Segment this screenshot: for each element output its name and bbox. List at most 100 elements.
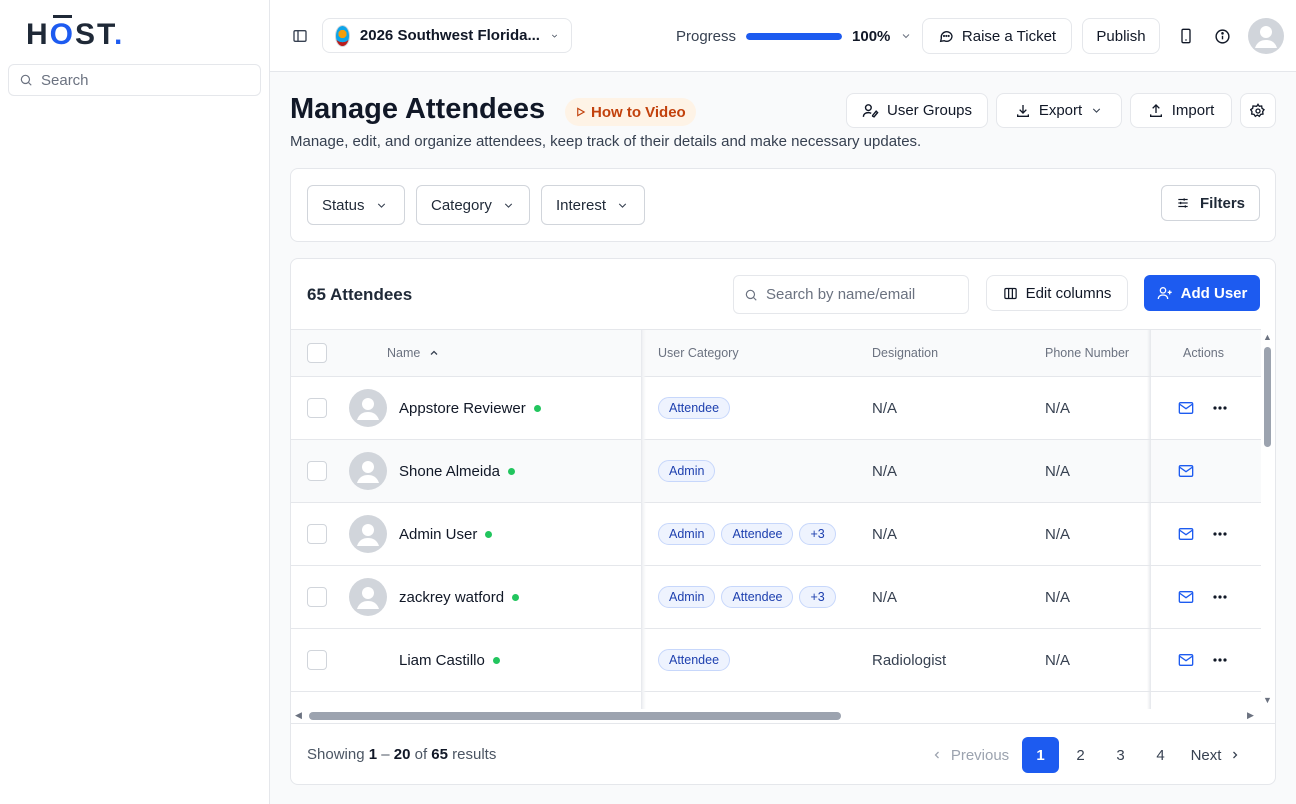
header-phone[interactable]: Phone Number — [1045, 330, 1129, 376]
edit-columns-button[interactable]: Edit columns — [986, 275, 1128, 311]
table-row[interactable]: Liam Castillo Attendee Radiologist N/A — [291, 629, 1261, 692]
horizontal-scrollbar[interactable]: ◀ ▶ — [291, 709, 1261, 723]
logo-rest: ST — [75, 18, 115, 51]
page-4-button[interactable]: 4 — [1142, 737, 1179, 773]
next-page-button[interactable]: Next — [1185, 737, 1247, 773]
avatar — [349, 452, 387, 490]
online-status-dot — [485, 530, 493, 538]
progress-indicator[interactable]: Progress 100% — [676, 20, 912, 52]
vertical-scroll-thumb[interactable] — [1264, 347, 1271, 447]
name-cell: Admin User — [399, 503, 493, 565]
header-name[interactable]: Name — [387, 330, 440, 376]
online-status-dot — [512, 593, 520, 601]
import-button[interactable]: Import — [1130, 93, 1232, 128]
info-button[interactable] — [1208, 18, 1236, 54]
table-row[interactable]: Shone Almeida Admin N/A N/A — [291, 440, 1261, 503]
attendee-name[interactable]: zackrey watford — [399, 589, 504, 606]
of-text: of — [410, 746, 432, 763]
sidebar: HOST. — [0, 0, 270, 804]
table-row[interactable]: Admin User Admin Attendee +3 N/A N/A — [291, 503, 1261, 566]
attendee-name[interactable]: Liam Castillo — [399, 652, 485, 669]
previous-page-button[interactable]: Previous — [925, 737, 1015, 773]
columns-icon — [1003, 287, 1017, 299]
export-button[interactable]: Export — [996, 93, 1122, 128]
horizontal-scroll-thumb[interactable] — [309, 712, 841, 720]
progress-percent: 100% — [852, 27, 891, 45]
row-select-cell — [307, 503, 327, 565]
filters-button[interactable]: Filters — [1161, 185, 1260, 221]
more-actions-button[interactable] — [1213, 503, 1227, 565]
sidebar-toggle-button[interactable] — [288, 24, 312, 48]
page-2-button[interactable]: 2 — [1062, 737, 1099, 773]
play-icon — [577, 107, 586, 117]
table-row[interactable]: Appstore Reviewer Attendee N/A N/A — [291, 377, 1261, 440]
progress-fill — [746, 32, 843, 40]
raise-ticket-button[interactable]: Raise a Ticket — [922, 18, 1072, 54]
mail-icon — [1178, 528, 1194, 540]
mail-icon — [1178, 402, 1194, 414]
header-select-cell — [307, 330, 327, 376]
row-checkbox[interactable] — [307, 524, 327, 544]
sidebar-search-input[interactable] — [41, 71, 241, 89]
publish-button[interactable]: Publish — [1082, 18, 1160, 54]
attendee-name[interactable]: Appstore Reviewer — [399, 400, 526, 417]
attendee-name[interactable]: Admin User — [399, 526, 477, 543]
email-action-button[interactable] — [1178, 440, 1194, 502]
email-action-button[interactable] — [1178, 377, 1194, 439]
topbar: 2026 Southwest Florida... Progress 100% … — [270, 0, 1296, 72]
email-action-button[interactable] — [1178, 629, 1194, 691]
progress-label: Progress — [676, 27, 737, 45]
more-icon — [1213, 406, 1227, 410]
event-selector[interactable]: 2026 Southwest Florida... — [322, 18, 572, 53]
attendee-name[interactable]: Shone Almeida — [399, 463, 500, 480]
status-filter[interactable]: Status — [307, 185, 405, 225]
row-checkbox[interactable] — [307, 461, 327, 481]
download-icon — [1016, 104, 1029, 117]
scroll-down-arrow[interactable]: ▼ — [1263, 695, 1272, 705]
how-to-video-button[interactable]: How to Video — [565, 98, 696, 126]
publish-label: Publish — [1096, 27, 1146, 45]
phone-cell: N/A — [1045, 399, 1071, 417]
add-user-button[interactable]: Add User — [1144, 275, 1260, 311]
select-all-checkbox[interactable] — [307, 343, 327, 363]
more-actions-button[interactable] — [1213, 377, 1227, 439]
phone-cell: N/A — [1045, 588, 1071, 606]
page-3-button[interactable]: 3 — [1102, 737, 1139, 773]
row-checkbox[interactable] — [307, 650, 327, 670]
category-filter[interactable]: Category — [416, 185, 530, 225]
table-row[interactable]: zackrey watford Admin Attendee +3 N/A N/A — [291, 566, 1261, 629]
chevron-down-icon — [903, 34, 910, 39]
email-action-button[interactable] — [1178, 503, 1194, 565]
row-select-cell — [307, 566, 327, 628]
range-dash: – — [377, 746, 394, 763]
row-checkbox[interactable] — [307, 398, 327, 418]
header-user-category[interactable]: User Category — [658, 330, 739, 376]
range-start: 1 — [368, 746, 378, 763]
more-actions-button[interactable] — [1213, 629, 1227, 691]
row-checkbox[interactable] — [307, 587, 327, 607]
table-search-input[interactable] — [766, 286, 956, 303]
more-actions-button[interactable] — [1213, 566, 1227, 628]
profile-avatar[interactable] — [1248, 18, 1284, 54]
scroll-left-arrow[interactable]: ◀ — [295, 710, 302, 721]
mobile-preview-button[interactable] — [1172, 18, 1200, 54]
chevron-down-icon — [377, 202, 385, 208]
user-groups-button[interactable]: User Groups — [846, 93, 988, 128]
row-select-cell — [307, 440, 327, 502]
scroll-up-arrow[interactable]: ▲ — [1263, 332, 1272, 342]
vertical-scrollbar[interactable]: ▲ ▼ — [1261, 329, 1275, 709]
online-status-dot — [492, 656, 500, 664]
interest-filter-label: Interest — [556, 196, 607, 214]
scroll-right-arrow[interactable]: ▶ — [1247, 710, 1254, 721]
showing-prefix: Showing — [307, 746, 369, 763]
header-designation[interactable]: Designation — [872, 330, 938, 376]
category-chip: Attendee — [658, 397, 731, 419]
actions-column-divider — [1147, 330, 1151, 709]
designation-cell: N/A — [872, 525, 898, 543]
page-1-button[interactable]: 1 — [1022, 737, 1059, 773]
filters-label: Filters — [1199, 194, 1245, 212]
email-action-button[interactable] — [1178, 566, 1194, 628]
brand-logo[interactable]: HOST. — [26, 18, 124, 52]
settings-button[interactable] — [1240, 93, 1276, 128]
interest-filter[interactable]: Interest — [541, 185, 645, 225]
